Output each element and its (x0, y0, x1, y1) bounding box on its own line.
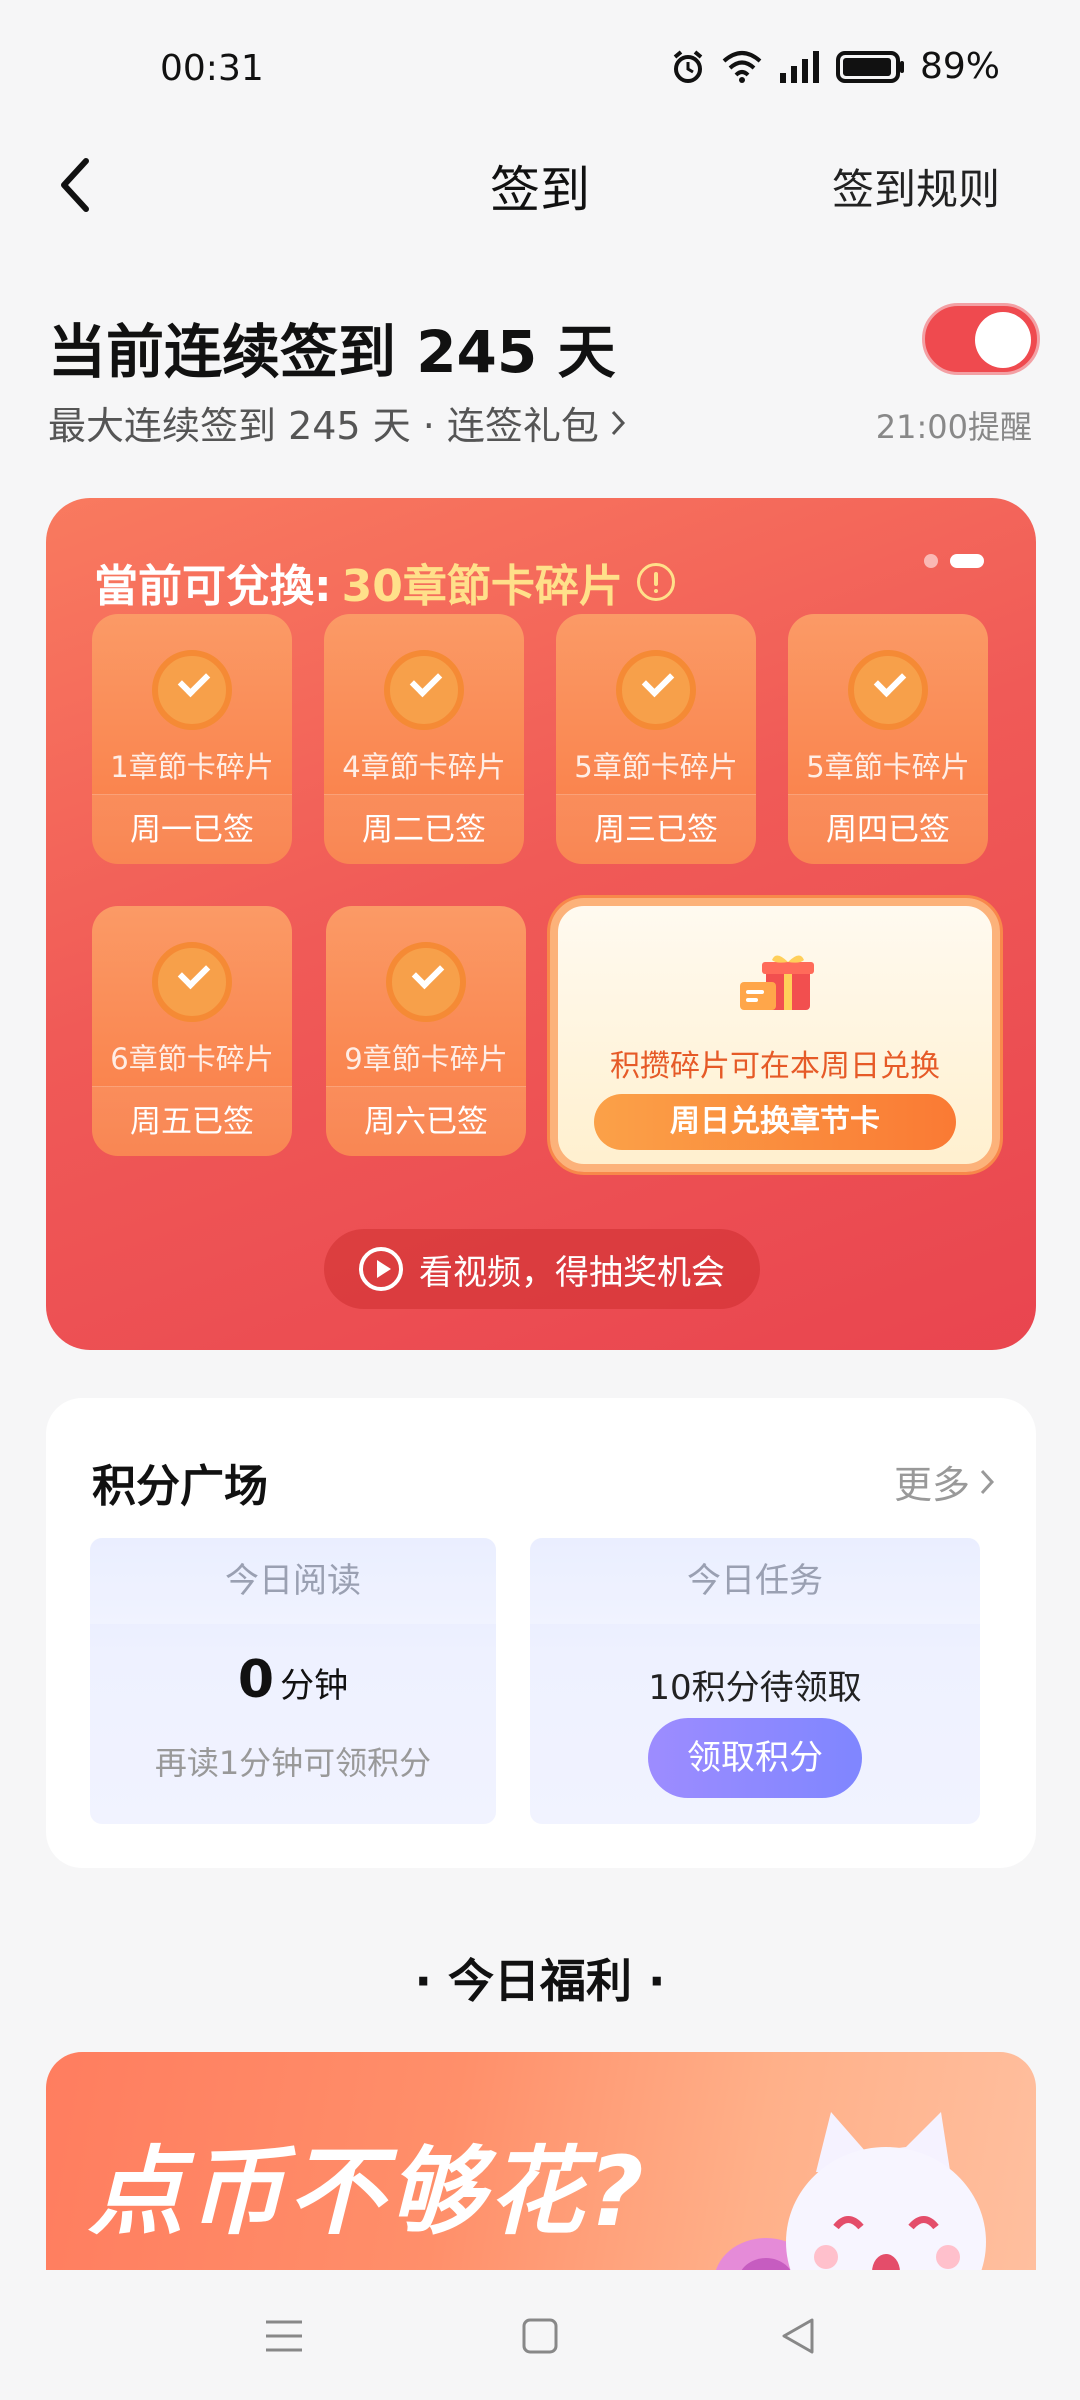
task-head: 今日任务 (530, 1538, 980, 1624)
status-time: 00:31 (160, 48, 264, 89)
page-dot (924, 554, 938, 568)
page-indicator (924, 554, 984, 568)
task-points: 10积分待领取 (648, 1668, 862, 1708)
reading-hint: 再读1分钟可领积分 (154, 1744, 432, 1782)
day-status: 周三已签 (556, 794, 756, 864)
claim-points-button[interactable]: 领取积分 (648, 1718, 862, 1798)
day-status: 周四已签 (788, 794, 988, 864)
signal-icon (779, 50, 819, 83)
reminder-toggle[interactable] (922, 303, 1040, 375)
battery-percent: 89% (919, 46, 1000, 87)
exchange-label: 當前可兌換: (94, 561, 332, 612)
info-icon[interactable] (636, 563, 675, 601)
home-icon[interactable] (518, 2314, 562, 2358)
page-dot-active (950, 554, 984, 568)
wifi-icon (722, 50, 762, 83)
chevron-right-icon (980, 1469, 995, 1494)
chevron-right-icon (611, 410, 625, 435)
watch-video-label: 看视频，得抽奖机会 (419, 1252, 725, 1293)
day-reward: 9章節卡碎片 (344, 1042, 508, 1076)
check-icon (386, 942, 466, 1022)
reminder-label: 21:00提醒 (875, 408, 1032, 446)
streak-gift-link[interactable]: 最大连续签到 245 天 · 连签礼包 (48, 395, 627, 450)
today-reading-card[interactable]: 今日阅读 0 分钟 再读1分钟可领积分 (90, 1538, 496, 1824)
alarm-icon (673, 49, 703, 83)
plaza-title: 积分广场 (92, 1461, 268, 1512)
reading-value: 0 分钟 (90, 1650, 496, 1710)
gift-icon (740, 955, 814, 1010)
check-icon (384, 650, 464, 730)
day-status: 周六已签 (326, 1086, 526, 1156)
day-reward: 1章節卡碎片 (110, 750, 274, 784)
day-reward: 6章節卡碎片 (110, 1042, 274, 1076)
reading-unit: 分钟 (280, 1666, 349, 1706)
menu-icon[interactable] (262, 2314, 306, 2358)
check-icon (848, 650, 928, 730)
check-icon (616, 650, 696, 730)
status-icons: 89% (670, 46, 1000, 87)
more-link[interactable]: 更多 (894, 1454, 996, 1509)
day-tile-saturday[interactable]: 9章節卡碎片 周六已签 (326, 906, 526, 1156)
day-status: 周一已签 (92, 794, 292, 864)
battery-icon (835, 50, 904, 83)
exchange-value: 30章節卡碎片 (341, 561, 623, 612)
day-reward: 4章節卡碎片 (342, 750, 506, 784)
toggle-knob (975, 312, 1031, 368)
sunday-hint: 积攒碎片可在本周日兑换 (610, 1049, 940, 1084)
day-tile-wednesday[interactable]: 5章節卡碎片 周三已签 (556, 614, 756, 864)
check-icon (152, 942, 232, 1022)
today-task-card[interactable]: 今日任务 10积分待领取 领取积分 (530, 1538, 980, 1824)
exchange-card: 當前可兌換: 30章節卡碎片 1章節卡碎片 周一已签 4章節卡碎片 周二已签 5… (46, 498, 1036, 1350)
back-triangle-icon[interactable] (776, 2314, 820, 2358)
day-status: 周二已签 (324, 794, 524, 864)
banner-headline: 点币不够花? (88, 2136, 648, 2248)
more-label: 更多 (893, 1463, 970, 1507)
watch-video-button[interactable]: 看视频，得抽奖机会 (324, 1229, 760, 1309)
check-icon (152, 650, 232, 730)
day-reward: 5章節卡碎片 (806, 750, 970, 784)
exchange-header: 當前可兌換: 30章節卡碎片 (94, 550, 675, 614)
day-reward: 5章節卡碎片 (574, 750, 738, 784)
streak-subtitle: 最大连续签到 245 天 · 连签礼包 (48, 404, 599, 448)
welfare-section-title: · 今日福利 · (414, 1954, 666, 2008)
day-status: 周五已签 (92, 1086, 292, 1156)
play-icon (359, 1247, 403, 1291)
streak-title: 当前连续签到 245 天 (48, 318, 616, 386)
sunday-exchange-button[interactable]: 周日兑换章节卡 (594, 1094, 956, 1150)
points-plaza-card: 积分广场 更多 今日阅读 0 分钟 再读1分钟可领积分 今日任务 10积分待领取 … (46, 1398, 1036, 1868)
day-tile-friday[interactable]: 6章節卡碎片 周五已签 (92, 906, 292, 1156)
reading-minutes: 0 (237, 1650, 275, 1710)
day-tile-monday[interactable]: 1章節卡碎片 周一已签 (92, 614, 292, 864)
system-nav-bar (0, 2270, 1080, 2400)
sign-in-rules-link[interactable]: 签到规则 (832, 156, 1000, 217)
reading-head: 今日阅读 (90, 1538, 496, 1624)
day-tile-tuesday[interactable]: 4章節卡碎片 周二已签 (324, 614, 524, 864)
day-tile-thursday[interactable]: 5章節卡碎片 周四已签 (788, 614, 988, 864)
sunday-exchange-tile[interactable]: 积攒碎片可在本周日兑换 周日兑换章节卡 (550, 898, 1000, 1172)
